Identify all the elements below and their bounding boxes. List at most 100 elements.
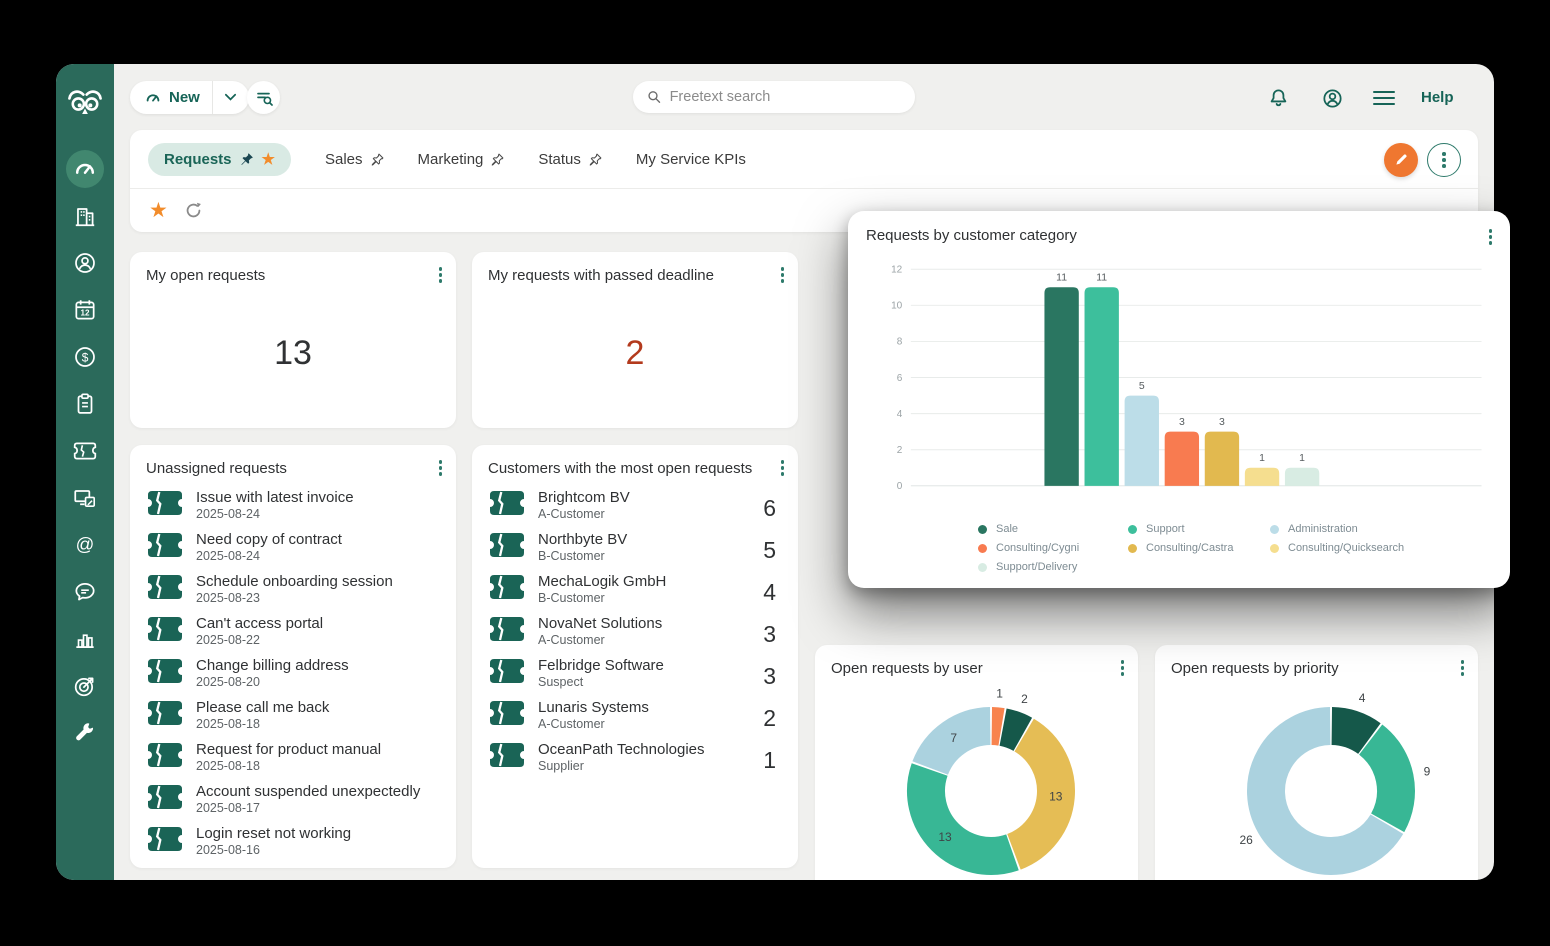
ticket-icon — [148, 827, 182, 851]
sidebar-item-goals[interactable] — [66, 667, 104, 705]
request-list-item[interactable]: Schedule onboarding session2025-08-23 — [146, 573, 440, 615]
customer-list-item[interactable]: Northbyte BVB-Customer5 — [488, 531, 782, 573]
user-donut-chart: 1213137 — [831, 679, 1153, 880]
legend-dot — [1128, 544, 1137, 553]
target-icon — [72, 673, 98, 699]
legend-dot — [978, 563, 987, 572]
customer-list-item[interactable]: NovaNet SolutionsA-Customer3 — [488, 615, 782, 657]
dollar-coin-icon: $ — [72, 344, 98, 370]
customer-list-item[interactable]: MechaLogik GmbHB-Customer4 — [488, 573, 782, 615]
tab-my-service-kpis[interactable]: My Service KPIs — [636, 151, 746, 168]
customer-list-item[interactable]: Brightcom BVA-Customer6 — [488, 489, 782, 531]
search-input[interactable] — [670, 89, 901, 105]
at-sign-icon: @ — [72, 532, 98, 558]
list-search-icon — [255, 89, 273, 107]
sidebar-item-tasks[interactable] — [66, 385, 104, 423]
sidebar-item-email[interactable]: @ — [66, 526, 104, 564]
sidebar-item-statistics[interactable] — [66, 620, 104, 658]
open-requests-value: 13 — [130, 334, 456, 373]
svg-text:11: 11 — [1056, 273, 1067, 284]
profile-button[interactable] — [1320, 86, 1344, 110]
tab-marketing[interactable]: Marketing — [418, 151, 505, 168]
card-title: My open requests — [146, 267, 440, 284]
help-link[interactable]: Help — [1421, 89, 1454, 106]
customer-open-count: 3 — [763, 657, 782, 690]
sidebar-item-companies[interactable] — [66, 197, 104, 235]
refresh-icon[interactable] — [184, 201, 203, 220]
card-options-button[interactable] — [781, 267, 785, 283]
card-options-button[interactable] — [439, 267, 443, 283]
search-bar — [633, 81, 915, 113]
main-menu-button[interactable] — [1372, 86, 1396, 110]
sidebar-item-calendar[interactable]: 12 — [66, 291, 104, 329]
svg-text:@: @ — [76, 533, 95, 554]
favorite-dashboard-star[interactable]: ★ — [149, 200, 168, 221]
request-title: Issue with latest invoice — [196, 489, 354, 506]
new-dropdown-button[interactable] — [213, 92, 249, 103]
request-list-item[interactable]: Change billing address2025-08-20 — [146, 657, 440, 699]
tab-options-button[interactable] — [1427, 143, 1461, 177]
tab-status[interactable]: Status — [538, 151, 602, 168]
sidebar-item-finance[interactable]: $ — [66, 338, 104, 376]
request-date: 2025-08-18 — [196, 717, 329, 731]
tab-sales[interactable]: Sales — [325, 151, 384, 168]
svg-text:12: 12 — [891, 265, 903, 276]
svg-text:12: 12 — [80, 308, 90, 317]
card-title: Requests by customer category — [866, 227, 1492, 244]
notifications-button[interactable] — [1266, 86, 1290, 110]
card-options-button[interactable] — [1489, 229, 1493, 245]
svg-text:$: $ — [82, 350, 89, 364]
new-button[interactable]: New — [130, 81, 249, 114]
svg-text:8: 8 — [897, 337, 903, 348]
customer-list-item[interactable]: Lunaris SystemsA-Customer2 — [488, 699, 782, 741]
svg-text:3: 3 — [1219, 417, 1225, 428]
favorite-star-icon: ★ — [262, 152, 275, 167]
request-list-item[interactable]: Account suspended unexpectedly2025-08-17 — [146, 783, 440, 825]
card-options-button[interactable] — [781, 460, 785, 476]
card-options-button[interactable] — [1461, 660, 1465, 676]
saved-search-button[interactable] — [247, 81, 280, 114]
request-list-item[interactable]: Need copy of contract2025-08-24 — [146, 531, 440, 573]
sidebar-item-devices[interactable] — [66, 479, 104, 517]
ticket-icon — [148, 701, 182, 725]
card-options-button[interactable] — [439, 460, 443, 476]
legend-dot — [978, 525, 987, 534]
wrench-icon — [72, 720, 98, 746]
request-list-item[interactable]: Login reset not working2025-08-16 — [146, 825, 440, 867]
request-list-item[interactable]: Issue with latest invoice2025-08-24 — [146, 489, 440, 531]
pin-outline-icon — [491, 153, 504, 166]
request-title: Need copy of contract — [196, 531, 342, 548]
card-options-button[interactable] — [1121, 660, 1125, 676]
unassigned-requests-list: Issue with latest invoice2025-08-24Need … — [146, 489, 440, 867]
request-list-item[interactable]: Request for product manual2025-08-18 — [146, 741, 440, 783]
request-date: 2025-08-22 — [196, 633, 323, 647]
tab-label: Marketing — [418, 151, 484, 168]
legend-entry: Support/Delivery — [978, 561, 1128, 573]
request-list-item[interactable]: Please call me back2025-08-18 — [146, 699, 440, 741]
sidebar-item-requests[interactable] — [66, 432, 104, 470]
request-date: 2025-08-23 — [196, 591, 393, 605]
sidebar-item-contacts[interactable] — [66, 244, 104, 282]
svg-text:5: 5 — [1139, 381, 1145, 392]
sidebar-item-chat[interactable] — [66, 573, 104, 611]
requests-by-category-card: Requests by customer category 0246810121… — [848, 211, 1510, 588]
kebab-icon — [1442, 152, 1446, 168]
svg-text:2: 2 — [897, 445, 903, 456]
customer-category: A-Customer — [538, 633, 662, 647]
customer-list-item[interactable]: Felbridge SoftwareSuspect3 — [488, 657, 782, 699]
tab-requests[interactable]: Requests ★ — [148, 143, 291, 176]
customer-category: A-Customer — [538, 507, 630, 521]
sidebar-item-tools[interactable] — [66, 714, 104, 752]
svg-text:9: 9 — [1424, 764, 1431, 778]
customer-list-item[interactable]: OceanPath TechnologiesSupplier1 — [488, 741, 782, 783]
pin-outline-icon — [371, 153, 384, 166]
edit-dashboard-button[interactable] — [1384, 143, 1418, 177]
request-date: 2025-08-18 — [196, 759, 381, 773]
legend-label: Support — [1146, 523, 1185, 535]
tab-label: My Service KPIs — [636, 151, 746, 168]
category-bar-chart: 024681012111153311 — [866, 252, 1492, 504]
legend-label: Consulting/Castra — [1146, 542, 1233, 554]
sidebar-item-dashboard[interactable] — [66, 150, 104, 188]
request-list-item[interactable]: Can't access portal2025-08-22 — [146, 615, 440, 657]
svg-text:13: 13 — [1049, 790, 1063, 804]
